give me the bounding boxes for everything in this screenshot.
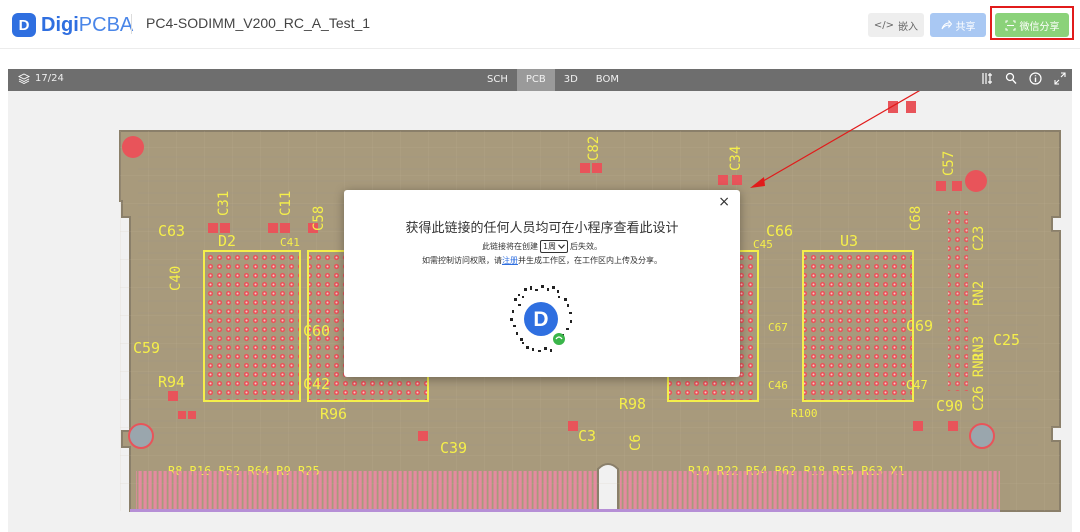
svg-text:C6: C6: [628, 434, 644, 451]
svg-text:C11: C11: [278, 191, 294, 216]
svg-text:C60: C60: [303, 322, 330, 340]
svg-text:C3: C3: [578, 427, 596, 445]
dialog-title: 获得此链接的任何人员均可在小程序查看此设计: [405, 221, 679, 236]
divider: [131, 14, 132, 34]
register-line: 如需控制访问权限，请注册并生成工作区，在工作区内上传及分享。: [344, 255, 740, 266]
svg-text:D: D: [533, 308, 548, 331]
register-link[interactable]: 注册: [502, 256, 518, 265]
share-label: 共享: [955, 21, 976, 33]
info-icon[interactable]: [1029, 72, 1042, 85]
svg-text:C34: C34: [728, 146, 744, 171]
svg-text:C57: C57: [941, 151, 957, 176]
svg-text:C59: C59: [133, 339, 160, 357]
view-tabs: SCH PCB 3D BOM: [478, 69, 628, 91]
top-bar: D DigiPCBA PC4-SODIMM_V200_RC_A_Test_1 <…: [0, 0, 1080, 49]
viewer-icons: [981, 72, 1066, 85]
svg-text:C40: C40: [168, 266, 184, 291]
close-icon[interactable]: ×: [718, 194, 730, 210]
wechat-share-button[interactable]: 微信分享: [995, 13, 1069, 37]
svg-text:RN2: RN2: [971, 281, 987, 306]
chevron-down-icon: [558, 244, 565, 249]
project-title: PC4-SODIMM_V200_RC_A_Test_1: [146, 15, 371, 31]
layer-count[interactable]: 17/24: [18, 73, 64, 84]
svg-text:R98: R98: [619, 395, 646, 413]
svg-text:C90: C90: [936, 397, 963, 415]
search-icon[interactable]: [1005, 72, 1017, 85]
logo-mark: D: [12, 13, 36, 37]
svg-text:C63: C63: [158, 222, 185, 240]
svg-text:C46: C46: [768, 379, 788, 392]
embed-label: 嵌入: [898, 21, 919, 33]
svg-text:C67: C67: [768, 321, 788, 334]
svg-text:C69: C69: [906, 317, 933, 335]
svg-text:D2: D2: [218, 232, 236, 250]
tab-3d[interactable]: 3D: [555, 69, 587, 91]
expiry-value: 1周: [542, 242, 557, 251]
svg-text:C39: C39: [440, 439, 467, 457]
logo-text: DigiPCBA: [41, 13, 134, 36]
viewer-toolbar: 17/24 SCH PCB 3D BOM: [8, 69, 1072, 91]
expiry-suffix: 后失效。: [570, 242, 603, 251]
layers-icon: [18, 73, 30, 84]
expiry-prefix: 此链接将在创建: [481, 242, 538, 251]
svg-text:U3: U3: [840, 232, 858, 250]
expiry-line: 此链接将在创建 1周 后失效。: [344, 240, 740, 253]
measure-icon[interactable]: [981, 72, 993, 85]
tab-pcb[interactable]: PCB: [516, 69, 555, 91]
mini-program-qr-code[interactable]: D: [504, 282, 578, 356]
share-button[interactable]: 共享: [930, 13, 986, 37]
layer-count-text: 17/24: [35, 73, 64, 84]
embed-button[interactable]: </> 嵌入: [868, 13, 924, 37]
svg-text:C26 RN1: C26 RN1: [971, 352, 987, 411]
fullscreen-icon[interactable]: [1054, 72, 1066, 85]
svg-text:C47: C47: [906, 378, 928, 392]
svg-text:C41: C41: [280, 236, 300, 249]
tab-bom[interactable]: BOM: [587, 69, 628, 91]
svg-text:C58: C58: [311, 206, 327, 231]
code-icon: </>: [873, 19, 895, 31]
tab-sch[interactable]: SCH: [478, 69, 517, 91]
svg-text:R96: R96: [320, 405, 347, 423]
qr-scan-icon: [1005, 20, 1015, 30]
register-suffix: 并生成工作区，在工作区内上传及分享。: [518, 256, 662, 265]
svg-text:C45: C45: [753, 238, 773, 251]
svg-text:C23: C23: [971, 226, 987, 251]
expiry-select[interactable]: 1周: [539, 240, 569, 253]
svg-text:C68: C68: [908, 206, 924, 231]
svg-text:R100: R100: [791, 407, 818, 420]
svg-text:C42: C42: [303, 375, 330, 393]
share-arrow-icon: [941, 20, 952, 30]
logo[interactable]: D DigiPCBA: [12, 12, 133, 38]
wechat-share-label: 微信分享: [1019, 21, 1060, 33]
register-prefix: 如需控制访问权限，请: [422, 256, 502, 265]
share-dialog: × 获得此链接的任何人员均可在小程序查看此设计 此链接将在创建 1周 后失效。 …: [344, 190, 740, 377]
svg-text:C82: C82: [586, 136, 602, 161]
svg-text:C31: C31: [216, 191, 232, 216]
svg-text:R94: R94: [158, 373, 185, 391]
svg-text:C25: C25: [993, 331, 1020, 349]
